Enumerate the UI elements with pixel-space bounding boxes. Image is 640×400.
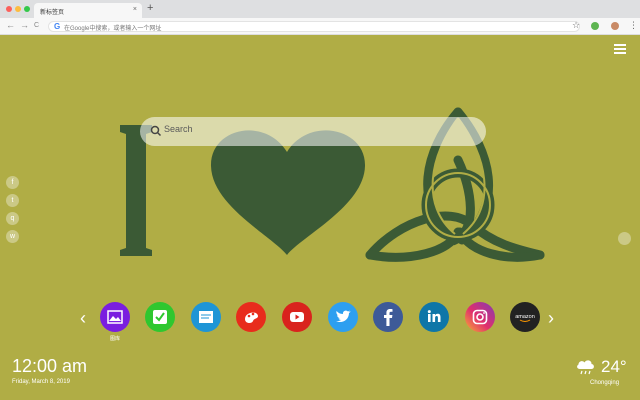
amazon-icon[interactable]: amazon <box>510 302 540 332</box>
tasks-app-icon[interactable] <box>145 302 175 332</box>
instagram-icon[interactable] <box>465 302 495 332</box>
clock-date: Friday, March 8, 2019 <box>12 379 70 385</box>
search-icon <box>150 125 162 137</box>
qq-share-icon[interactable]: q <box>6 212 19 225</box>
dock-next-arrow[interactable]: › <box>548 308 554 329</box>
feedback-icon[interactable] <box>618 232 631 245</box>
wechat-share-icon[interactable]: w <box>6 230 19 243</box>
gallery-app-icon[interactable] <box>100 302 130 332</box>
clock-time: 12:00 am <box>12 356 88 376</box>
twitter-share-icon[interactable]: t <box>6 194 19 207</box>
twitter-icon[interactable] <box>328 302 358 332</box>
weather-city: Chongqing <box>590 380 620 386</box>
youtube-icon[interactable] <box>282 302 312 332</box>
letter-i-shape <box>120 125 152 256</box>
linkedin-icon[interactable] <box>419 302 449 332</box>
facebook-share-icon[interactable]: f <box>6 176 19 189</box>
svg-text:amazon: amazon <box>515 314 535 320</box>
facebook-icon[interactable] <box>373 302 403 332</box>
cloud-rain-icon <box>577 360 594 375</box>
search-bar[interactable] <box>140 117 486 146</box>
dock-prev-arrow[interactable]: ‹ <box>80 308 86 329</box>
paint-app-icon[interactable] <box>236 302 266 332</box>
search-input[interactable] <box>164 124 464 134</box>
notes-app-icon[interactable] <box>191 302 221 332</box>
weather-temperature: 24° <box>601 357 627 376</box>
heart-shape <box>210 130 366 255</box>
app-dock: ‹ › amazon 图库 <box>0 300 640 348</box>
gallery-app-label: 图库 <box>109 336 120 342</box>
